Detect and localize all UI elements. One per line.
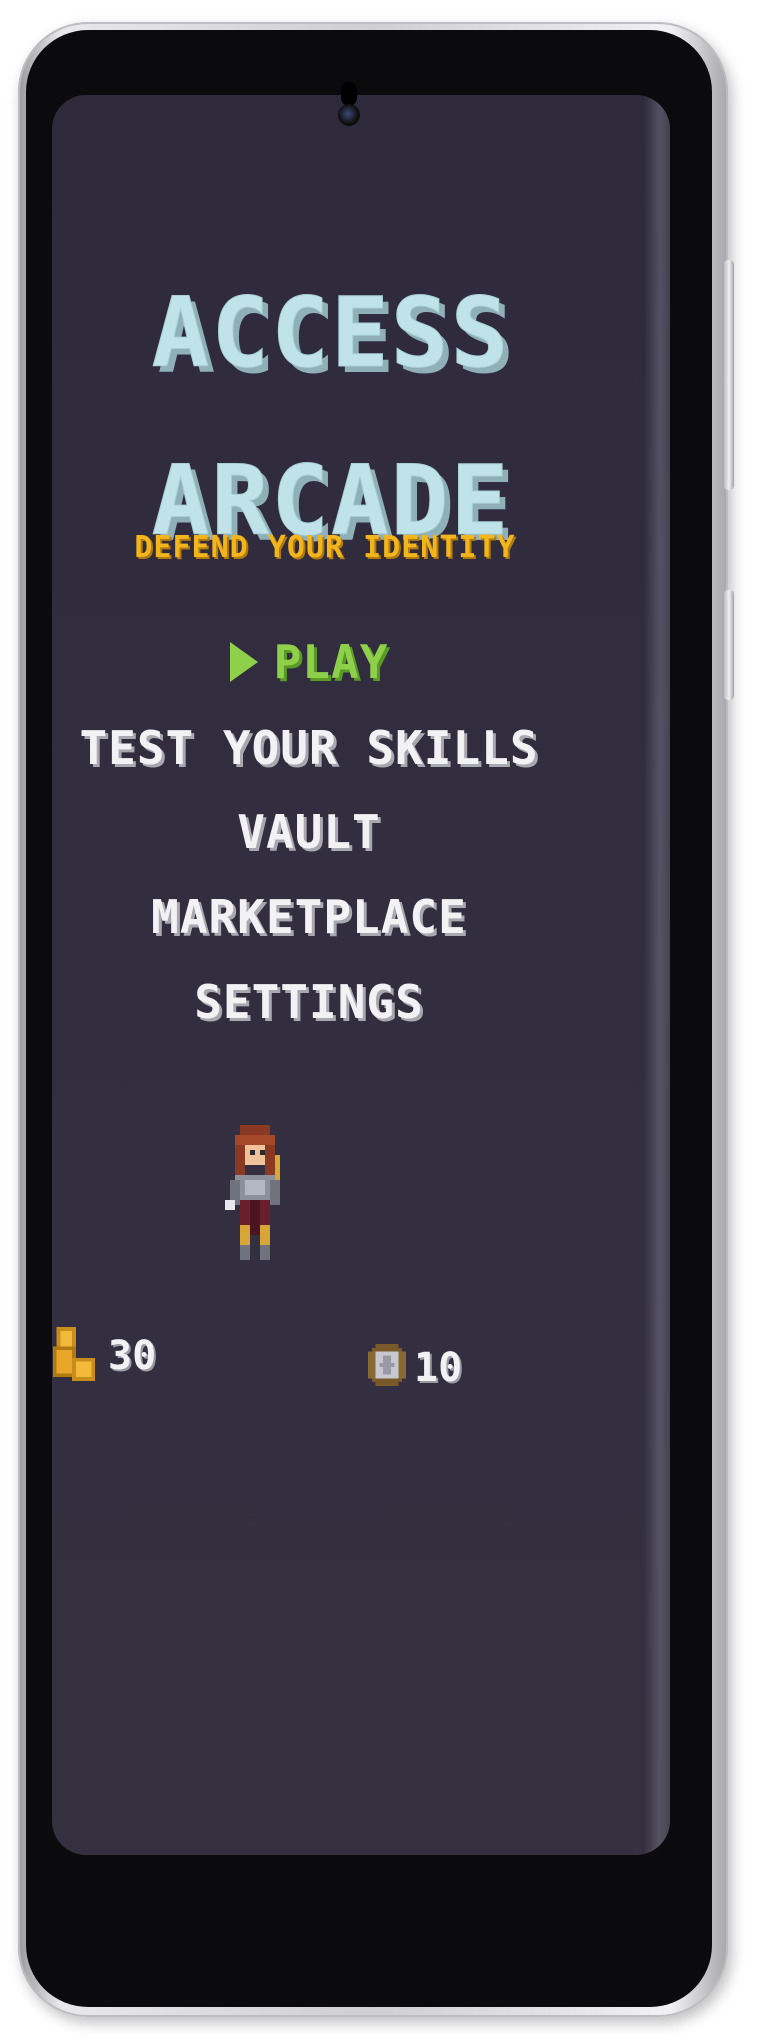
camera-notch [341, 82, 357, 106]
game-screen: ACCESS ARCADE DEFEND YOUR IDENTITY PLAY … [52, 95, 670, 1855]
menu-item-play[interactable]: PLAY [52, 635, 618, 689]
menu-item-settings[interactable]: SETTINGS [52, 975, 618, 1029]
coin-stack-icon [52, 1327, 96, 1381]
coins-count: 30 [108, 1333, 157, 1379]
shield-icon [368, 1344, 406, 1386]
menu-item-marketplace[interactable]: MARKETPLACE [52, 890, 618, 944]
menu-item-test-your-skills[interactable]: TEST YOUR SKILLS [52, 721, 618, 775]
screen-edge-glare [644, 95, 670, 1855]
menu-item-vault[interactable]: VAULT [52, 805, 618, 859]
warrior-character [225, 1125, 280, 1260]
game-title-line-1: ACCESS [151, 277, 511, 390]
play-arrow-icon [229, 642, 258, 682]
volume-button [724, 260, 734, 490]
power-button [724, 590, 734, 700]
shields-count: 10 [414, 1345, 463, 1391]
menu-item-play-label: PLAY [273, 635, 389, 689]
game-subtitle: DEFEND YOUR IDENTITY [134, 530, 516, 565]
front-camera-icon [338, 104, 360, 126]
device-mockup: ACCESS ARCADE DEFEND YOUR IDENTITY PLAY … [0, 0, 775, 2043]
